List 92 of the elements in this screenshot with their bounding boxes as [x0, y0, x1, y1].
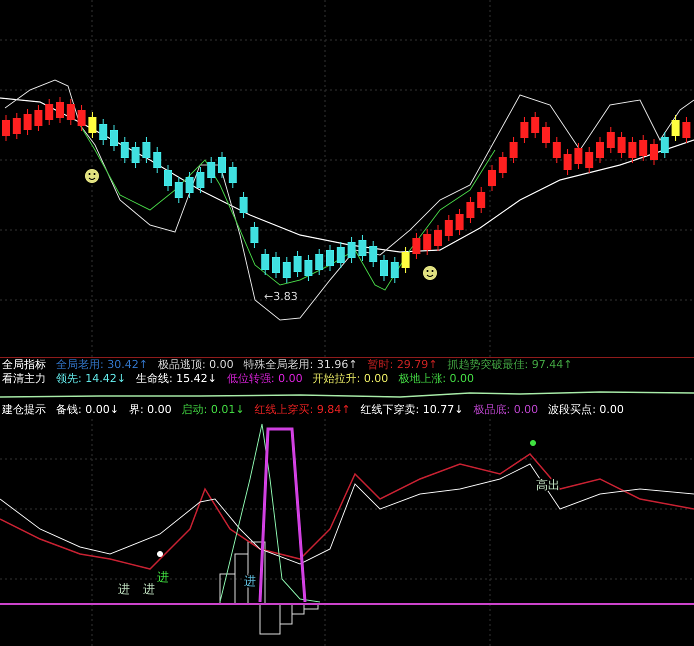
indicator-value: 极品底: 0.00 — [473, 402, 538, 418]
candlestick — [618, 132, 626, 158]
candlestick — [153, 146, 162, 174]
candlestick — [336, 242, 345, 268]
indicator-value: 暂时: 29.79↑ — [368, 358, 438, 371]
indicator-value: 特殊全局老用: 31.96↑ — [244, 358, 358, 371]
candlestick — [520, 116, 528, 144]
candlestick — [466, 196, 474, 224]
indicator-value: 红线上穿买: 9.84↑ — [254, 402, 351, 418]
indicator-value: 领先: 14.42↓ — [56, 371, 126, 386]
candlestick — [304, 254, 312, 282]
signal-dot — [530, 440, 536, 446]
candlestick — [510, 136, 518, 164]
candlestick — [56, 96, 64, 124]
signal-dot — [157, 550, 163, 557]
candlestick — [120, 136, 129, 164]
candlestick — [282, 256, 291, 284]
candlestick — [164, 164, 172, 192]
candlestick — [315, 248, 324, 276]
candlestick — [272, 252, 280, 278]
candlestick — [261, 248, 270, 276]
candlestick — [348, 236, 356, 264]
indicator-title: 看清主力 — [2, 371, 46, 386]
candlestick — [99, 118, 108, 146]
candlestick — [326, 244, 334, 272]
entry-marker: 进 — [157, 570, 169, 584]
indicator-value: 极地上涨: 0.00 — [398, 371, 474, 386]
candlestick — [682, 116, 690, 144]
candlestick — [369, 240, 378, 268]
candlestick — [488, 164, 496, 192]
candlestick — [88, 112, 96, 138]
candlestick — [240, 192, 248, 218]
candlestick — [294, 250, 302, 278]
candlestick — [412, 232, 420, 260]
candlestick — [390, 256, 399, 284]
indicator-value: 低位转强: 0.00 — [226, 371, 303, 386]
candlestick — [423, 228, 432, 256]
indicator-value: 界: 0.00 — [128, 402, 172, 418]
smiley-icon — [423, 266, 437, 280]
indicator-value: 红线下穿卖: 10.77↓ — [360, 402, 464, 418]
candlestick — [142, 136, 150, 164]
indicator-value: 极品逃顶: 0.00 — [158, 358, 234, 371]
indicator-value: 备钱: 0.00↓ — [56, 402, 119, 418]
indicator-value: 波段买点: 0.00 — [548, 402, 624, 418]
candlestick — [477, 186, 486, 214]
candlestick — [34, 104, 42, 132]
candlestick — [531, 112, 540, 138]
candlestick — [12, 112, 21, 140]
indicator-title: 建仓提示 — [2, 402, 46, 418]
indicator-value: 抓趋势突破最佳: 97.44↑ — [448, 358, 572, 371]
candlestick — [574, 142, 582, 170]
candlestick — [564, 148, 572, 176]
candlestick — [2, 114, 10, 142]
candlestick — [628, 136, 636, 164]
candlestick — [218, 152, 226, 178]
indicator-value: 全局老用: 30.42↑ — [56, 358, 148, 371]
candlestick — [402, 246, 410, 274]
candlestick — [174, 176, 183, 204]
candlestick — [596, 136, 604, 164]
entry-marker: 进 — [143, 582, 155, 596]
candlestick — [444, 214, 453, 242]
indicator-value: 生命线: 15.42↓ — [136, 371, 217, 386]
candlestick — [132, 142, 140, 168]
indicator-title: 全局指标 — [2, 358, 46, 371]
candlestick — [606, 126, 615, 154]
entry-marker: 进 — [118, 582, 130, 596]
smiley-icon — [85, 169, 99, 183]
candlestick — [456, 208, 464, 236]
candlestick — [672, 114, 680, 142]
candlestick — [250, 222, 258, 248]
candlestick — [434, 224, 442, 252]
indicator-value: 开始拉升: 0.00 — [312, 371, 388, 386]
candlestick — [196, 166, 204, 194]
candlestick — [358, 234, 366, 262]
candlestick — [380, 254, 388, 282]
indicator-value: 启动: 0.01↓ — [182, 402, 245, 418]
candlestick — [498, 152, 507, 178]
candlestick — [110, 124, 118, 152]
candlestick — [650, 138, 658, 166]
price-label: ←3.83 — [264, 290, 298, 303]
candlestick — [552, 136, 561, 164]
candlestick — [186, 172, 194, 198]
candlestick — [228, 162, 237, 188]
candlestick — [542, 122, 550, 148]
candlestick — [207, 156, 216, 184]
candlestick — [66, 98, 75, 126]
candlestick — [45, 98, 54, 126]
candlestick — [24, 108, 32, 136]
candlestick — [585, 146, 594, 174]
candlestick — [78, 104, 86, 132]
candlestick — [660, 132, 669, 158]
candlestick — [639, 134, 648, 162]
